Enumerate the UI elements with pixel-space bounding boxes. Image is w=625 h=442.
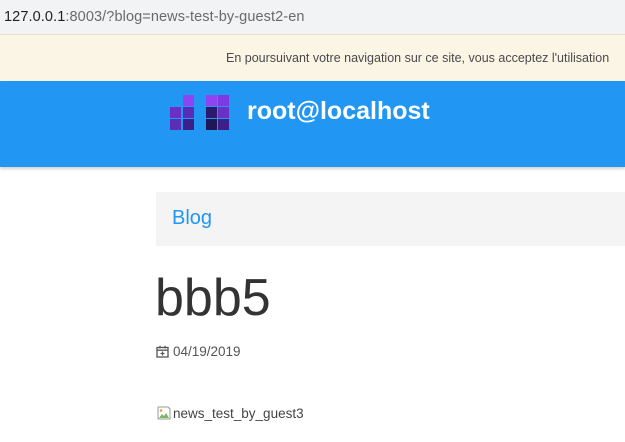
- post-date-text: 04/19/2019: [173, 344, 241, 359]
- url-host: 127.0.0.1: [4, 9, 66, 25]
- site-header: root@localhost: [0, 81, 625, 167]
- cookie-notice: En poursuivant votre navigation sur ce s…: [0, 34, 625, 81]
- post-image: news_test_by_guest3: [156, 405, 304, 421]
- site-logo-icon[interactable]: [170, 95, 232, 133]
- cookie-notice-text: En poursuivant votre navigation sur ce s…: [226, 51, 610, 65]
- calendar-icon: [156, 345, 169, 358]
- site-title[interactable]: root@localhost: [247, 97, 430, 126]
- broken-image-icon: [157, 406, 171, 420]
- url-path: :8003/?blog=news-test-by-guest2-en: [65, 9, 305, 25]
- post-date: 04/19/2019: [156, 344, 241, 359]
- post-image-alt: news_test_by_guest3: [173, 405, 304, 421]
- post-title: bbb5: [155, 269, 271, 327]
- breadcrumb-blog-link[interactable]: Blog: [172, 207, 212, 230]
- breadcrumb: Blog: [156, 192, 625, 246]
- address-bar[interactable]: 127.0.0.1:8003/?blog=news-test-by-guest2…: [0, 0, 625, 34]
